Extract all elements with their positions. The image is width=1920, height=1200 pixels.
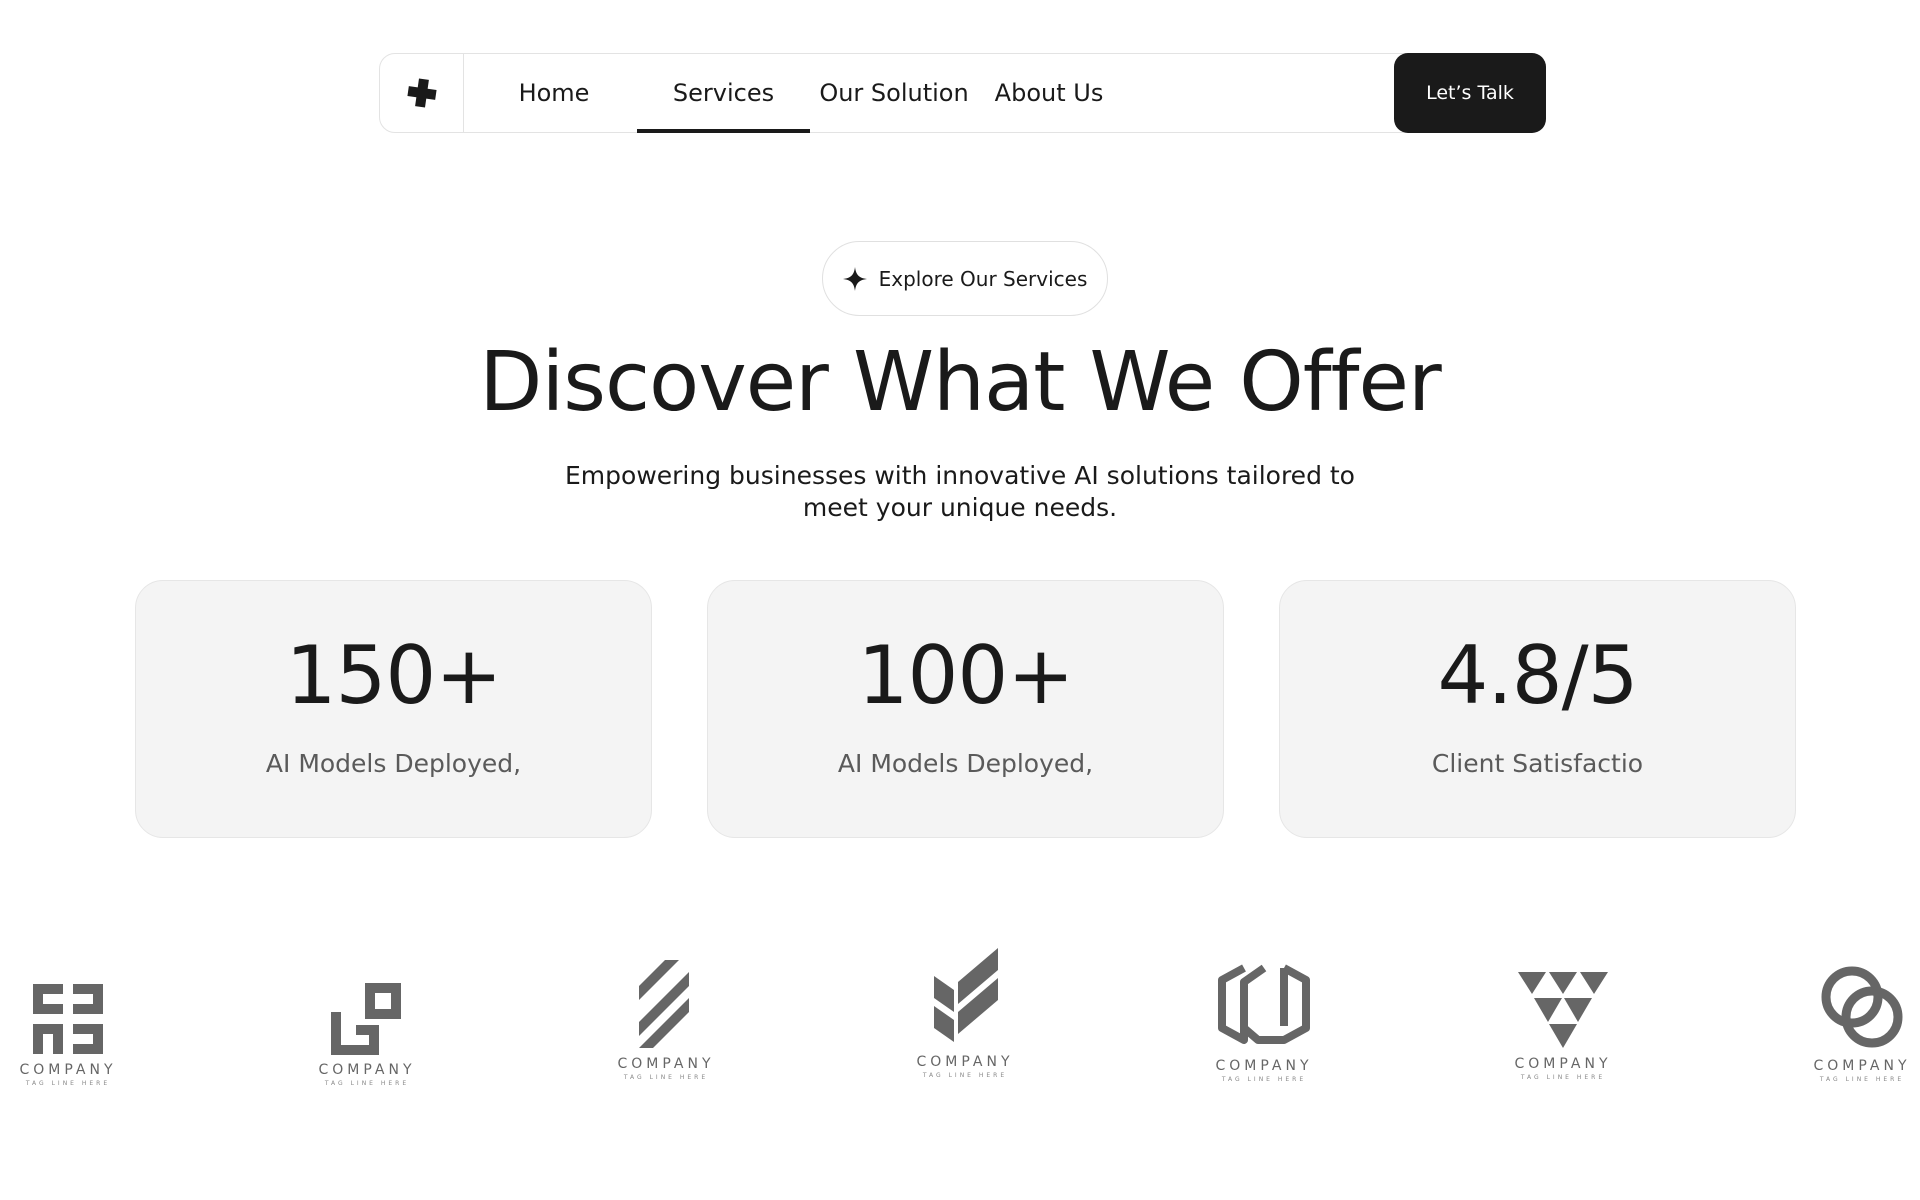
logo-tagline: TAG LINE HERE [1819, 1076, 1905, 1083]
stat-card: 100+ AI Models Deployed, [707, 580, 1224, 838]
triangles-logo-icon [1518, 972, 1608, 1048]
page-subtitle: Empowering businesses with innovative AI… [565, 461, 1355, 522]
logo-name: COMPANY [1215, 1058, 1313, 1074]
logo-name: COMPANY [19, 1062, 117, 1078]
sparkle-icon [842, 266, 867, 291]
page-title: Discover What We Offer [479, 335, 1441, 430]
nav-item-services[interactable]: Services [637, 54, 810, 133]
nav-item-label: Our Solution [819, 79, 969, 107]
client-logo: COMPANY TAG LINE HERE [302, 940, 432, 1090]
stat-value: 150+ [285, 629, 503, 722]
linked-squares-logo-icon [331, 983, 401, 1055]
client-logo: COMPANY TAG LINE HERE [1498, 940, 1628, 1090]
lets-talk-button[interactable]: Let’s Talk [1394, 53, 1546, 133]
hexagon-loop-logo-icon [1218, 964, 1310, 1044]
logo-tagline: TAG LINE HERE [25, 1080, 111, 1087]
logo-name: COMPANY [318, 1062, 416, 1078]
pill-label: Explore Our Services [878, 266, 1088, 291]
stat-value: 100+ [857, 629, 1075, 722]
rings-logo-icon [1821, 966, 1903, 1048]
diagonal-stripes-logo-icon [639, 960, 689, 1048]
stat-card: 150+ AI Models Deployed, [135, 580, 652, 838]
logo-name: COMPANY [1514, 1056, 1612, 1072]
logo-tagline: TAG LINE HERE [623, 1074, 709, 1081]
stat-label: Client Satisfactio [1431, 749, 1644, 778]
square-knot-logo-icon [33, 984, 103, 1054]
logo-tagline: TAG LINE HERE [1520, 1074, 1606, 1081]
logo-tagline: TAG LINE HERE [922, 1072, 1008, 1079]
nav-menu: Home Services Our Solution About Us [464, 54, 1545, 133]
client-logo: COMPANY TAG LINE HERE [601, 940, 731, 1090]
client-logo: COMPANY TAG LINE HERE [1199, 940, 1329, 1090]
logo-name: COMPANY [617, 1056, 715, 1072]
top-nav: Home Services Our Solution About Us Let’… [379, 53, 1546, 133]
client-logo: COMPANY TAG LINE HERE [900, 940, 1030, 1090]
nav-item-our-solution[interactable]: Our Solution [814, 54, 974, 132]
logo-tagline: TAG LINE HERE [1221, 1076, 1307, 1083]
logo-tagline: TAG LINE HERE [324, 1080, 410, 1087]
chevron-shield-logo-icon [934, 948, 998, 1042]
nav-item-label: Home [518, 79, 590, 107]
logo-name: COMPANY [1813, 1058, 1911, 1074]
stat-value: 4.8/5 [1437, 629, 1638, 722]
nav-item-label: Services [672, 79, 775, 107]
client-logo: COMPANY TAG LINE HERE [3, 940, 133, 1090]
plus-icon [406, 78, 437, 108]
nav-item-home[interactable]: Home [494, 54, 614, 132]
explore-services-pill[interactable]: Explore Our Services [822, 241, 1108, 316]
nav-item-about-us[interactable]: About Us [984, 54, 1114, 132]
logo-name: COMPANY [916, 1054, 1014, 1070]
client-logo: COMPANY TAG LINE HERE [1797, 940, 1920, 1090]
stat-label: AI Models Deployed, [265, 749, 522, 778]
stat-label: AI Models Deployed, [837, 749, 1094, 778]
brand-logo[interactable] [380, 54, 464, 132]
nav-item-label: About Us [994, 79, 1104, 107]
stat-card: 4.8/5 Client Satisfactio [1279, 580, 1796, 838]
